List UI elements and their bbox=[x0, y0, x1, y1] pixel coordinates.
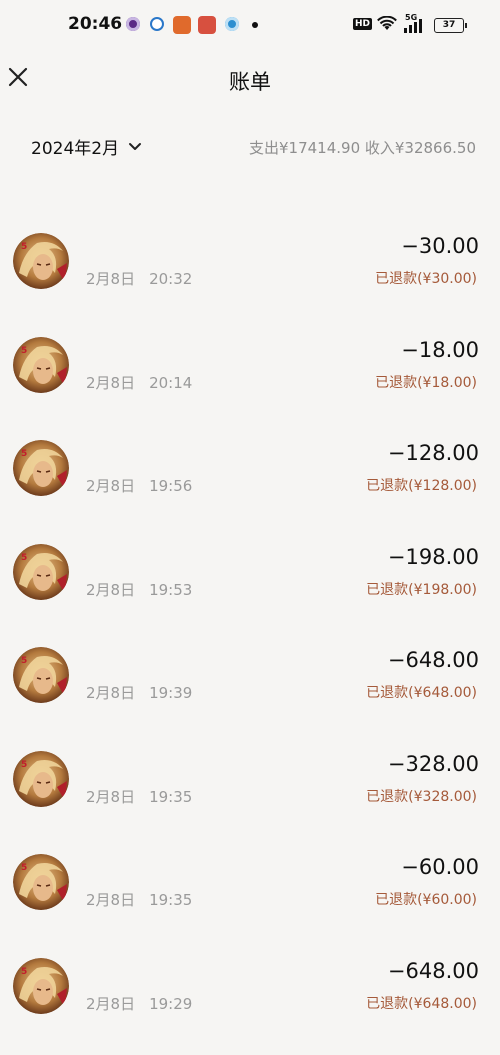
refund-status: 已退款(¥30.00) bbox=[375, 271, 477, 287]
refund-status: 已退款(¥648.00) bbox=[366, 685, 477, 701]
svg-text:5: 5 bbox=[21, 967, 27, 977]
transaction-datetime: 2月8日 19:29 bbox=[86, 993, 192, 1014]
transaction-datetime: 2月8日 20:32 bbox=[86, 268, 192, 289]
svg-text:5: 5 bbox=[21, 242, 27, 252]
transaction-amount: −648.00 bbox=[387, 958, 479, 983]
refund-status: 已退款(¥18.00) bbox=[375, 374, 477, 391]
transaction-time: 19:35 bbox=[149, 787, 193, 806]
app-notification-icon-2 bbox=[225, 17, 239, 31]
transaction-time: 19:56 bbox=[149, 477, 193, 495]
transaction-amount: −198.00 bbox=[387, 544, 479, 569]
month-label: 2024年2月 bbox=[31, 139, 120, 159]
refund-status: 已退款(¥328.00) bbox=[366, 788, 477, 805]
transaction-date: 2月8日 bbox=[86, 580, 136, 599]
transaction-time: 20:14 bbox=[149, 373, 193, 392]
signal-icon bbox=[404, 19, 422, 33]
transaction-datetime: 2月8日 20:14 bbox=[86, 372, 192, 393]
transaction-date: 2月8日 bbox=[86, 373, 136, 392]
transaction-amount: −328.00 bbox=[387, 751, 479, 776]
transaction-date: 2月8日 bbox=[86, 994, 136, 1013]
game-avatar-icon: 5 bbox=[13, 440, 69, 496]
transaction-amount: −60.00 bbox=[401, 855, 479, 879]
month-selector[interactable]: 2024年2月 bbox=[31, 134, 142, 159]
more-notifications-dot bbox=[252, 22, 258, 28]
status-bar: 20:46 HD 5G 37 bbox=[0, 0, 500, 52]
game-avatar-icon: 5 bbox=[13, 336, 69, 393]
wifi-icon bbox=[377, 16, 397, 30]
app-notification-icon bbox=[126, 17, 140, 31]
transaction-time: 19:35 bbox=[149, 891, 193, 909]
taobao-notification-icon bbox=[173, 16, 191, 34]
hd-icon: HD bbox=[353, 18, 373, 30]
chevron-down-icon bbox=[129, 142, 142, 150]
svg-text:5: 5 bbox=[21, 863, 27, 873]
transaction-time: 20:32 bbox=[149, 270, 193, 288]
transaction-time: 19:53 bbox=[149, 580, 193, 599]
refund-status: 已退款(¥128.00) bbox=[366, 478, 477, 494]
transaction-date: 2月8日 bbox=[86, 787, 136, 806]
svg-text:5: 5 bbox=[21, 553, 27, 563]
transaction-date: 2月8日 bbox=[86, 270, 136, 288]
transaction-row[interactable]: 5 2月8日 19:29 −648.00 已退款(¥648.00) bbox=[0, 955, 500, 1055]
transaction-time: 19:29 bbox=[149, 994, 193, 1013]
refund-status: 已退款(¥198.00) bbox=[366, 581, 477, 598]
game-avatar-icon: 5 bbox=[13, 233, 69, 289]
transaction-row[interactable]: 5 2月8日 19:53 −198.00 已退款(¥198.00) bbox=[0, 541, 500, 641]
page-title: 账单 bbox=[229, 70, 271, 94]
transaction-amount: −128.00 bbox=[387, 441, 479, 465]
transaction-date: 2月8日 bbox=[86, 477, 136, 495]
game-avatar-icon: 5 bbox=[13, 957, 69, 1014]
transaction-date: 2月8日 bbox=[86, 891, 136, 909]
browser-notification-icon bbox=[150, 17, 164, 31]
transaction-datetime: 2月8日 19:39 bbox=[86, 682, 192, 703]
music-notification-icon bbox=[198, 16, 216, 34]
game-avatar-icon: 5 bbox=[13, 647, 69, 703]
svg-text:5: 5 bbox=[21, 449, 27, 459]
expense-income-summary: 支出¥17414.90 收入¥32866.50 bbox=[249, 139, 476, 157]
transaction-amount: −30.00 bbox=[401, 234, 479, 258]
svg-text:5: 5 bbox=[21, 760, 27, 770]
refund-status: 已退款(¥60.00) bbox=[375, 892, 477, 908]
game-avatar-icon: 5 bbox=[13, 543, 69, 600]
transaction-date: 2月8日 bbox=[86, 684, 136, 702]
transaction-amount: −18.00 bbox=[401, 337, 479, 362]
battery-icon: 37 bbox=[434, 18, 467, 33]
transaction-row[interactable]: 5 2月8日 19:35 −328.00 已退款(¥328.00) bbox=[0, 748, 500, 848]
game-avatar-icon: 5 bbox=[13, 854, 69, 910]
transaction-datetime: 2月8日 19:56 bbox=[86, 475, 192, 496]
svg-text:5: 5 bbox=[21, 656, 27, 666]
transaction-row[interactable]: 5 2月8日 19:35 −60.00 已退款(¥60.00) bbox=[0, 851, 500, 951]
refund-status: 已退款(¥648.00) bbox=[366, 995, 477, 1012]
svg-text:5: 5 bbox=[21, 346, 27, 356]
transaction-amount: −648.00 bbox=[387, 648, 479, 672]
game-avatar-icon: 5 bbox=[13, 750, 69, 807]
transaction-time: 19:39 bbox=[149, 684, 193, 702]
transaction-row[interactable]: 5 2月8日 19:56 −128.00 已退款(¥128.00) bbox=[0, 437, 500, 537]
transaction-row[interactable]: 5 2月8日 19:39 −648.00 已退款(¥648.00) bbox=[0, 644, 500, 744]
status-time: 20:46 bbox=[68, 14, 123, 34]
transaction-datetime: 2月8日 19:35 bbox=[86, 889, 192, 910]
transaction-row[interactable]: 5 2月8日 20:32 −30.00 已退款(¥30.00) bbox=[0, 230, 500, 330]
transaction-row[interactable]: 5 2月8日 20:14 −18.00 已退款(¥18.00) bbox=[0, 334, 500, 434]
transaction-datetime: 2月8日 19:35 bbox=[86, 786, 192, 807]
transaction-datetime: 2月8日 19:53 bbox=[86, 579, 192, 600]
